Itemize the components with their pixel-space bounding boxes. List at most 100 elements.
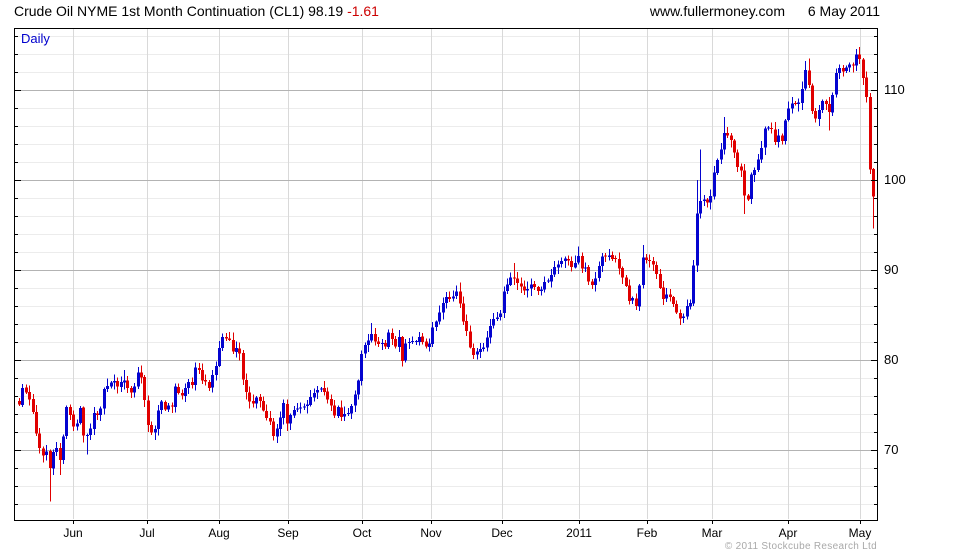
y-axis-label: 70	[884, 442, 899, 457]
candle-up	[133, 386, 136, 393]
candle-down	[69, 407, 72, 415]
candle-up	[279, 417, 282, 430]
candle-down	[116, 381, 119, 387]
candle-up	[103, 389, 106, 409]
x-axis-label-mar: Mar	[701, 526, 723, 540]
candle-up	[760, 148, 763, 160]
chart-title: Crude Oil NYME 1st Month Continuation (C…	[14, 3, 379, 19]
candle-down	[238, 348, 241, 354]
candle-up	[360, 353, 363, 382]
candle-down	[462, 303, 465, 322]
candle-down	[808, 70, 811, 86]
candle-down	[59, 448, 62, 460]
candle-up	[418, 336, 421, 343]
candle-down	[401, 336, 404, 362]
candle-down	[191, 381, 194, 386]
candle-up	[486, 337, 489, 348]
candle-down	[171, 405, 174, 407]
candle-down	[655, 264, 658, 275]
candle-up	[753, 169, 756, 175]
candle-down	[49, 450, 52, 468]
candle-up	[550, 274, 553, 282]
candle-up	[45, 451, 48, 455]
candle-down	[842, 68, 845, 72]
candle-up	[106, 386, 109, 389]
candle-up	[848, 64, 851, 68]
candle-up	[479, 349, 482, 352]
candle-up	[686, 306, 689, 317]
candle-down	[794, 103, 797, 105]
x-axis-label-jun: Jun	[63, 526, 83, 540]
candle-down	[242, 353, 245, 380]
candle-down	[604, 255, 607, 257]
candle-up	[113, 380, 116, 383]
candle-up	[821, 101, 824, 110]
price-change: -1.61	[347, 3, 379, 19]
candle-down	[635, 298, 638, 307]
candle-up	[21, 387, 24, 406]
candle-up	[831, 94, 834, 113]
candle-down	[177, 386, 180, 394]
candle-up	[320, 388, 323, 390]
candle-up	[367, 340, 370, 346]
candle-up	[594, 278, 597, 286]
candle-up	[354, 394, 357, 406]
candle-up	[526, 289, 529, 291]
candle-up	[89, 428, 92, 436]
candle-up	[750, 174, 753, 200]
candle-down	[42, 448, 45, 456]
candle-up	[160, 401, 163, 411]
candle-up	[608, 255, 611, 258]
candle-down	[28, 392, 31, 400]
candle-up	[553, 266, 556, 275]
candle-down	[225, 336, 228, 339]
candle-down	[570, 261, 573, 268]
x-axis-label-aug: Aug	[208, 526, 230, 540]
candle-down	[340, 407, 343, 417]
candle-up	[767, 127, 770, 129]
candle-down	[747, 195, 750, 200]
candle-down	[533, 284, 536, 288]
candle-down	[82, 407, 85, 436]
candle-down	[706, 199, 709, 203]
candle-up	[696, 213, 699, 266]
candle-up	[564, 258, 567, 261]
candle-down	[872, 169, 875, 197]
candle-up	[442, 303, 445, 313]
candle-down	[730, 135, 733, 141]
candle-down	[472, 347, 475, 356]
candle-up	[79, 408, 82, 424]
candle-up	[137, 372, 140, 387]
candle-up	[350, 405, 353, 414]
candle-up	[509, 277, 512, 285]
candle-up	[347, 412, 350, 414]
candle-up	[598, 266, 601, 279]
candle-up	[496, 317, 499, 320]
candle-up	[194, 367, 197, 385]
candle-down	[618, 259, 621, 269]
chart-date: 6 May 2011	[807, 3, 880, 19]
candle-down	[181, 392, 184, 396]
candle-down	[770, 127, 773, 130]
candle-up	[845, 67, 848, 72]
x-axis-label-feb: Feb	[636, 526, 658, 540]
candle-up	[428, 343, 431, 348]
candle-down	[204, 380, 207, 382]
candle-up	[777, 135, 780, 143]
candle-up	[682, 316, 685, 319]
candle-up	[499, 313, 502, 317]
candle-down	[333, 405, 336, 416]
candle-down	[828, 103, 831, 113]
candle-down	[394, 338, 397, 347]
candle-down	[865, 77, 868, 97]
candle-up	[492, 318, 495, 326]
candle-down	[469, 331, 472, 348]
candle-down	[743, 170, 746, 196]
y-axis-label: 90	[884, 262, 899, 277]
candle-up	[642, 257, 645, 286]
candle-up	[543, 281, 546, 290]
plot-border	[14, 28, 878, 521]
candle-up	[530, 284, 533, 289]
candle-up	[255, 397, 258, 404]
candle-down	[391, 332, 394, 340]
